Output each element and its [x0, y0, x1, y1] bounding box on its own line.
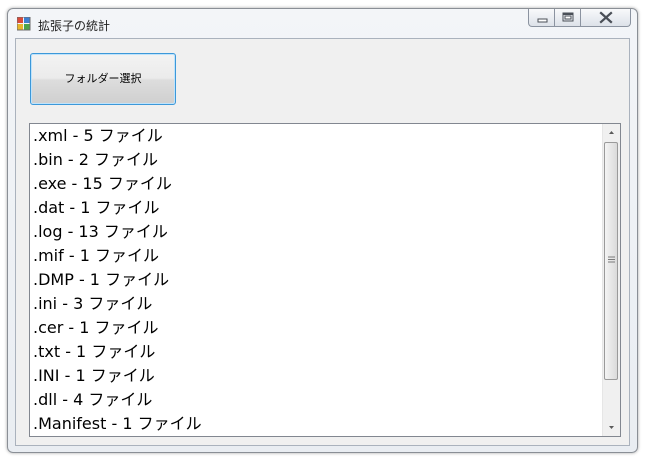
- list-item[interactable]: .log - 13 ファイル: [33, 220, 603, 244]
- folder-select-button[interactable]: フォルダー選択: [30, 53, 176, 105]
- minimize-icon: [537, 18, 548, 23]
- grip-icon: [608, 256, 615, 263]
- window-title: 拡張子の統計: [38, 19, 111, 33]
- scroll-thumb[interactable]: [604, 142, 618, 380]
- list-item[interactable]: .mif - 1 ファイル: [33, 244, 603, 268]
- caption-buttons: [528, 9, 633, 29]
- vertical-scrollbar[interactable]: [602, 124, 620, 436]
- chevron-down-icon[interactable]: [603, 419, 620, 436]
- list-item[interactable]: .dll - 4 ファイル: [33, 388, 603, 412]
- maximize-icon: [562, 12, 574, 22]
- maximize-button[interactable]: [555, 9, 581, 27]
- list-item[interactable]: .DMP - 1 ファイル: [33, 268, 603, 292]
- chevron-up-icon[interactable]: [603, 124, 620, 141]
- list-item[interactable]: .INI - 1 ファイル: [33, 364, 603, 388]
- list-items: .xml - 5 ファイル .bin - 2 ファイル .exe - 15 ファイル…: [33, 124, 603, 436]
- close-button[interactable]: [581, 9, 631, 27]
- title-bar[interactable]: 拡張子の統計: [8, 9, 637, 39]
- app-icon: [17, 17, 31, 31]
- client-area: フォルダー選択 .xml - 5 ファイル .bin - 2 ファイル .exe -…: [15, 38, 630, 446]
- list-item[interactable]: .cer - 1 ファイル: [33, 316, 603, 340]
- list-item[interactable]: .ini - 3 ファイル: [33, 292, 603, 316]
- list-item[interactable]: .dat - 1 ファイル: [33, 196, 603, 220]
- list-item[interactable]: .bin - 2 ファイル: [33, 148, 603, 172]
- list-item[interactable]: .exe - 15 ファイル: [33, 172, 603, 196]
- minimize-button[interactable]: [528, 9, 555, 27]
- app-window: 拡張子の統計 フォルダー選択 .xml - 5 ファイル .bin - 2 ファ…: [7, 8, 638, 453]
- close-icon: [599, 11, 613, 24]
- list-item[interactable]: .Manifest - 1 ファイル: [33, 412, 603, 436]
- list-item[interactable]: .xml - 5 ファイル: [33, 124, 603, 148]
- list-item[interactable]: .txt - 1 ファイル: [33, 340, 603, 364]
- extension-list[interactable]: .xml - 5 ファイル .bin - 2 ファイル .exe - 15 ファイル…: [29, 123, 621, 437]
